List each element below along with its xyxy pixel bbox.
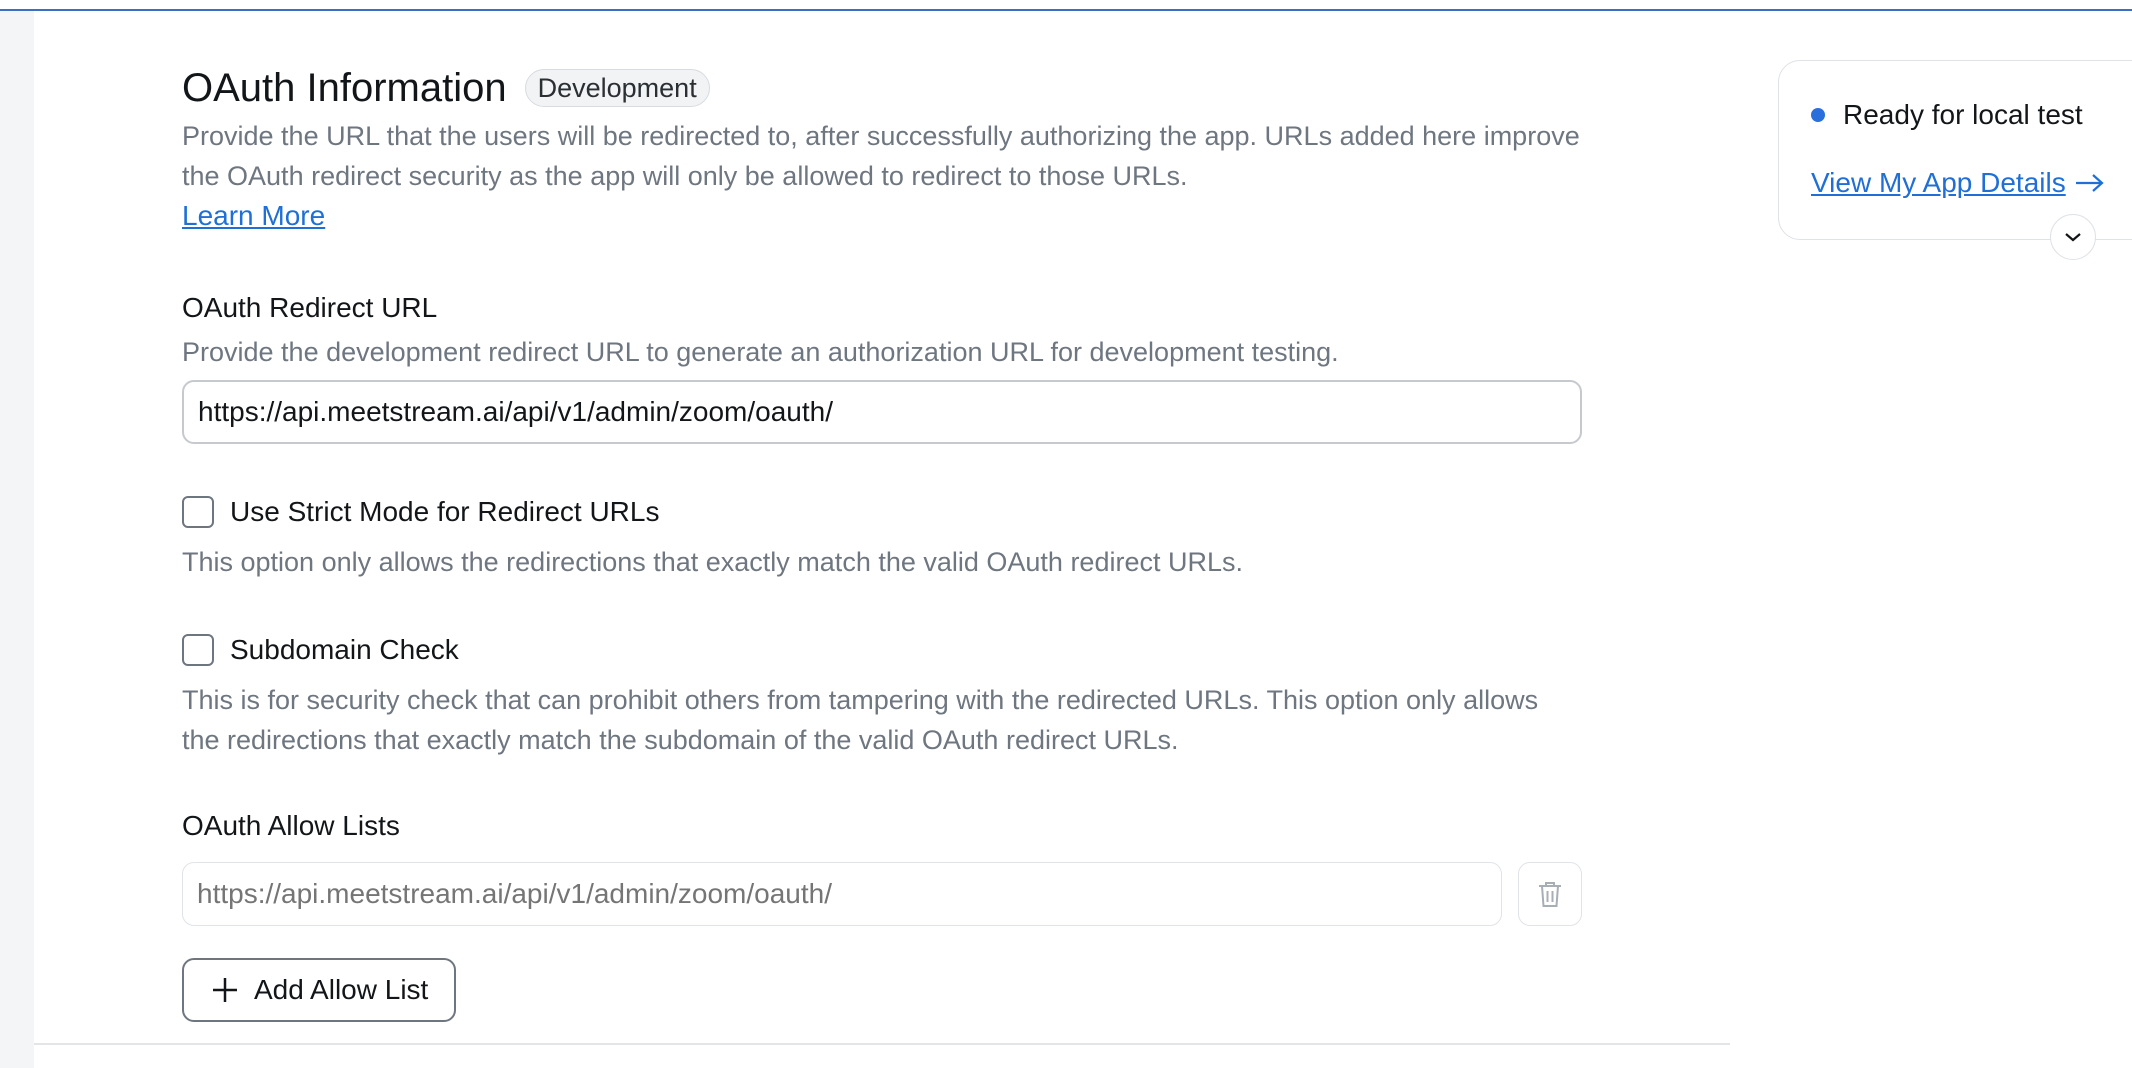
- chevron-down-icon: [2065, 233, 2081, 242]
- section-divider: [34, 1043, 1730, 1045]
- learn-more-link[interactable]: Learn More: [182, 196, 1582, 236]
- allow-list-row: [182, 862, 1582, 926]
- plus-icon: [213, 978, 237, 1002]
- status-dot: [1811, 108, 1825, 122]
- trash-icon: [1539, 882, 1561, 907]
- status-row: Ready for local test: [1811, 95, 2132, 135]
- allow-lists-label: OAuth Allow Lists: [182, 810, 400, 841]
- title-row: OAuth Information Development: [182, 60, 1582, 116]
- view-app-details-label: View My App Details: [1811, 167, 2066, 198]
- subdomain-check-row: Subdomain Check: [182, 630, 1582, 670]
- view-app-details-link[interactable]: View My App Details: [1811, 167, 2132, 199]
- status-text: Ready for local test: [1843, 99, 2083, 130]
- expand-status-button[interactable]: [2050, 214, 2096, 260]
- allow-list-input[interactable]: [182, 862, 1502, 926]
- redirect-url-input[interactable]: [182, 380, 1582, 444]
- oauth-section: OAuth Information Development Provide th…: [182, 60, 1582, 1022]
- delete-allow-list-button[interactable]: [1518, 862, 1582, 926]
- add-allow-list-label: Add Allow List: [254, 974, 429, 1005]
- subdomain-checkbox[interactable]: [182, 634, 214, 666]
- subdomain-check-label[interactable]: Subdomain Check: [230, 630, 459, 670]
- redirect-url-help: Provide the development redirect URL to …: [182, 337, 1339, 367]
- section-description: Provide the URL that the users will be r…: [182, 121, 1580, 191]
- add-allow-list-button[interactable]: Add Allow List: [182, 958, 457, 1022]
- top-border: [0, 0, 2132, 11]
- redirect-url-label: OAuth Redirect URL: [182, 292, 438, 323]
- strict-mode-row: Use Strict Mode for Redirect URLs: [182, 492, 1582, 532]
- page-title: OAuth Information: [182, 65, 507, 110]
- subdomain-check-help: This is for security check that can proh…: [182, 685, 1539, 755]
- status-card: Ready for local test View My App Details: [1778, 60, 2132, 240]
- environment-badge: Development: [524, 69, 710, 107]
- strict-mode-help: This option only allows the redirections…: [182, 547, 1243, 577]
- left-gutter: [0, 11, 34, 1068]
- strict-mode-checkbox[interactable]: [182, 496, 214, 528]
- strict-mode-label[interactable]: Use Strict Mode for Redirect URLs: [230, 492, 659, 532]
- arrow-right-icon: [2075, 174, 2104, 192]
